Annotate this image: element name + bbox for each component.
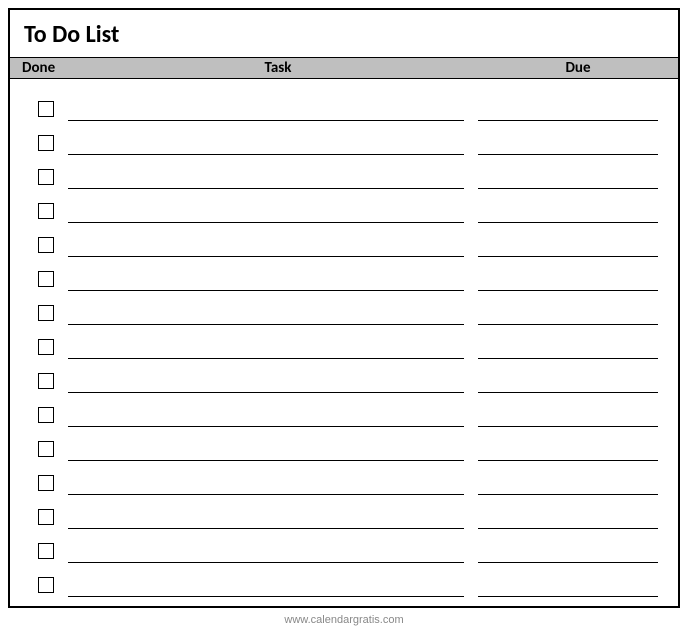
due-input-line[interactable] (478, 257, 658, 291)
column-header-done: Done (10, 59, 78, 77)
done-checkbox[interactable] (38, 135, 54, 151)
due-input-line[interactable] (478, 529, 658, 563)
task-input-line[interactable] (68, 87, 464, 121)
done-checkbox[interactable] (38, 101, 54, 117)
due-input-line[interactable] (478, 359, 658, 393)
task-row (24, 569, 664, 603)
done-checkbox[interactable] (38, 169, 54, 185)
task-input-line[interactable] (68, 563, 464, 597)
task-input-line[interactable] (68, 393, 464, 427)
done-checkbox[interactable] (38, 407, 54, 423)
due-input-line[interactable] (478, 291, 658, 325)
footer-credit: www.calendargratis.com (8, 614, 680, 626)
task-rows-area (10, 79, 678, 603)
due-input-line[interactable] (478, 461, 658, 495)
task-input-line[interactable] (68, 189, 464, 223)
task-input-line[interactable] (68, 325, 464, 359)
due-input-line[interactable] (478, 155, 658, 189)
task-input-line[interactable] (68, 495, 464, 529)
done-checkbox[interactable] (38, 475, 54, 491)
done-checkbox[interactable] (38, 577, 54, 593)
column-header-due: Due (478, 59, 678, 77)
task-input-line[interactable] (68, 529, 464, 563)
done-checkbox[interactable] (38, 271, 54, 287)
done-checkbox[interactable] (38, 441, 54, 457)
due-input-line[interactable] (478, 325, 658, 359)
task-input-line[interactable] (68, 223, 464, 257)
done-checkbox[interactable] (38, 339, 54, 355)
due-input-line[interactable] (478, 393, 658, 427)
task-input-line[interactable] (68, 359, 464, 393)
due-input-line[interactable] (478, 189, 658, 223)
done-checkbox[interactable] (38, 543, 54, 559)
due-input-line[interactable] (478, 495, 658, 529)
column-header-task: Task (78, 59, 478, 77)
due-input-line[interactable] (478, 121, 658, 155)
column-header-row: Done Task Due (10, 57, 678, 79)
due-input-line[interactable] (478, 223, 658, 257)
due-input-line[interactable] (478, 563, 658, 597)
done-checkbox[interactable] (38, 373, 54, 389)
done-checkbox[interactable] (38, 509, 54, 525)
done-checkbox[interactable] (38, 305, 54, 321)
task-input-line[interactable] (68, 427, 464, 461)
task-input-line[interactable] (68, 121, 464, 155)
task-input-line[interactable] (68, 257, 464, 291)
todo-list-container: To Do List Done Task Due (8, 8, 680, 608)
page-title: To Do List (10, 10, 678, 57)
task-input-line[interactable] (68, 291, 464, 325)
due-input-line[interactable] (478, 427, 658, 461)
due-input-line[interactable] (478, 87, 658, 121)
task-input-line[interactable] (68, 155, 464, 189)
done-checkbox[interactable] (38, 237, 54, 253)
task-input-line[interactable] (68, 461, 464, 495)
done-checkbox[interactable] (38, 203, 54, 219)
